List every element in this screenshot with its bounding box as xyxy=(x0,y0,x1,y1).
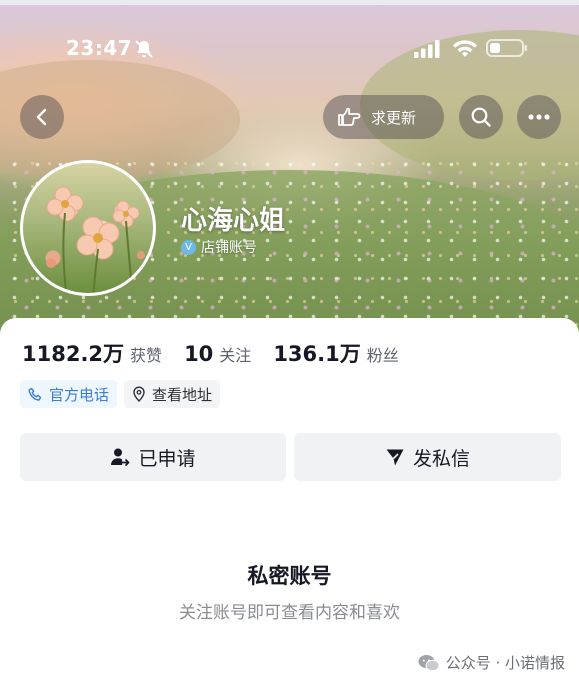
official-phone-label: 官方电话 xyxy=(49,385,110,404)
view-address-label: 查看地址 xyxy=(152,385,213,404)
official-phone-chip[interactable]: 官方电话 xyxy=(20,380,118,408)
stat-followers[interactable]: 136.1万 粉丝 xyxy=(273,338,398,368)
stat-likes-value: 1182.2万 xyxy=(22,342,125,366)
watermark-text: 公众号 · 小诺情报 xyxy=(445,654,565,672)
view-address-chip[interactable]: 查看地址 xyxy=(124,380,221,408)
send-message-label: 发私信 xyxy=(412,447,470,470)
search-button[interactable] xyxy=(459,95,503,139)
location-pin-icon xyxy=(133,386,145,402)
flower-illustration xyxy=(46,186,145,293)
phone-icon xyxy=(28,387,42,401)
applied-label: 已申请 xyxy=(138,447,196,470)
stat-following-label: 关注 xyxy=(219,346,252,365)
account-type-label: 店铺账号 xyxy=(201,240,257,256)
more-dots-icon xyxy=(528,114,550,120)
stat-following[interactable]: 10 关注 xyxy=(184,342,251,366)
profile-stats: 1182.2万 获赞 10 关注 136.1万 粉丝 xyxy=(22,338,421,368)
chevron-left-icon xyxy=(36,108,47,126)
signal-icon xyxy=(414,40,440,58)
battery-icon xyxy=(486,39,527,57)
request-update-button[interactable]: 求更新 xyxy=(323,95,444,139)
silent-bell-icon xyxy=(135,40,153,58)
back-button[interactable] xyxy=(20,95,64,139)
stat-likes-label: 获赞 xyxy=(130,346,163,365)
wechat-icon xyxy=(418,654,440,671)
profile-content-sheet xyxy=(0,318,579,685)
account-type-row: V 店铺账号 xyxy=(181,237,257,257)
more-button[interactable] xyxy=(517,95,561,139)
status-time: 23:47 xyxy=(66,36,133,60)
user-request-icon xyxy=(111,448,130,466)
private-account-title: 私密账号 xyxy=(247,564,332,588)
wifi-icon xyxy=(453,40,477,57)
stat-following-value: 10 xyxy=(184,342,214,366)
private-account-description: 关注账号即可查看内容和喜欢 xyxy=(179,603,400,623)
applied-button[interactable]: 已申请 xyxy=(20,433,286,481)
stat-followers-label: 粉丝 xyxy=(366,346,399,365)
search-icon xyxy=(471,107,491,127)
stat-followers-value: 136.1万 xyxy=(273,342,361,366)
pointing-hand-icon xyxy=(338,107,361,126)
stat-likes[interactable]: 1182.2万 获赞 xyxy=(22,338,162,368)
wechat-watermark: 公众号 · 小诺情报 xyxy=(418,652,565,673)
profile-name: 心海心姐 xyxy=(181,206,286,236)
avatar[interactable] xyxy=(20,160,156,296)
verified-v-icon: V xyxy=(181,239,196,255)
send-arrow-icon xyxy=(386,449,404,466)
send-message-button[interactable]: 发私信 xyxy=(294,433,561,481)
top-divider xyxy=(0,0,579,5)
request-update-label: 求更新 xyxy=(371,108,417,127)
